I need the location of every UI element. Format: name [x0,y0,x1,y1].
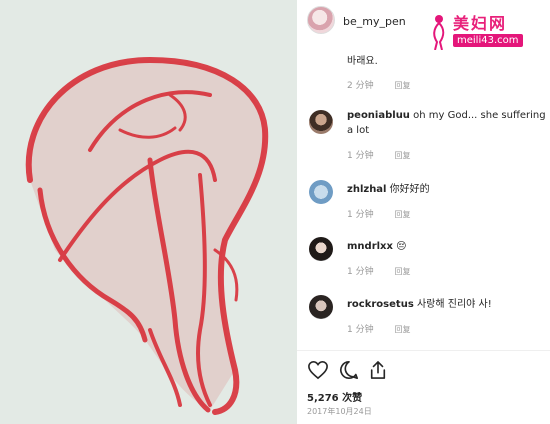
commenter-avatar[interactable] [309,295,333,319]
red-chalk-drawing [0,0,297,424]
heart-icon[interactable] [307,360,329,380]
comment-username[interactable]: mndrlxx [347,241,393,252]
reply-button[interactable]: 回复 [394,151,410,160]
reply-button[interactable]: 回复 [394,210,410,219]
comment-icon[interactable] [339,360,359,380]
likes-count[interactable]: 5,276 次赞 [307,389,362,404]
poster-username[interactable]: be_my_pen [343,15,406,28]
comment-meta: 1 分钟 回复 [347,264,428,277]
post-date: 2017年10月24日 [307,407,372,416]
comment-username[interactable]: peoniabluu [347,110,410,121]
comment-meta: 1 分钟 回复 [347,322,428,335]
comment-time: 1 分钟 [347,210,374,220]
comment-text: mndrlxx 😔 [347,239,546,254]
actions-divider [297,350,550,351]
reply-button[interactable]: 回复 [394,325,410,334]
watermark-url: meili43.com [453,34,523,47]
commenter-avatar[interactable] [309,110,333,134]
comment-username[interactable]: rockrosetus [347,299,414,310]
comment-text: 바래요. [347,56,378,67]
share-icon[interactable] [369,360,387,380]
post-side-panel: be_my_pen 美妇网 meili43.com 바래요. 2 分钟 回复 p [297,0,550,424]
poster-avatar[interactable] [307,6,335,34]
comment-meta: 2 分钟 回复 [347,78,428,91]
comment-meta: 1 分钟 回复 [347,148,428,161]
comment-text: peoniabluu oh my God... she suffering a … [347,108,546,138]
reply-button[interactable]: 回复 [394,267,410,276]
comment-body: 你好好的 [389,184,430,195]
comment-time: 2 分钟 [347,81,374,91]
comment-meta: 1 分钟 回复 [347,207,428,220]
commenter-avatar[interactable] [309,180,333,204]
commenter-avatar[interactable] [309,237,333,261]
comment-time: 1 分钟 [347,325,374,335]
comment-body: 사랑해 진리야 사! [416,299,492,310]
post-actions [307,360,427,382]
post-header: be_my_pen 美妇网 meili43.com [297,0,550,50]
watermark-chinese-text: 美妇网 [453,14,508,33]
watermark-figure-icon [433,15,445,50]
comment-time: 1 分钟 [347,151,374,161]
emoji-icon: 😔 [396,241,407,252]
comment-time: 1 分钟 [347,267,374,277]
post-image [0,0,297,424]
comment-text: rockrosetus 사랑해 진리야 사! [347,297,546,312]
reply-button[interactable]: 回复 [394,81,410,90]
comment-text: zhlzhal 你好好的 [347,182,546,197]
instagram-post-screenshot: be_my_pen 美妇网 meili43.com 바래요. 2 分钟 回复 p [0,0,550,424]
comment-username[interactable]: zhlzhal [347,184,386,195]
site-watermark: 美妇网 meili43.com [425,10,540,55]
